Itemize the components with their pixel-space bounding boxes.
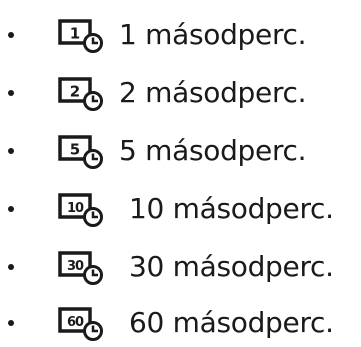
list-item: 2 2 másodperc. (0, 73, 361, 113)
bullet (8, 320, 14, 326)
timer-icon-number: 60 (67, 315, 84, 330)
timer-icon-graphic: 2 (58, 77, 103, 111)
timer-icon-graphic: 1 (58, 19, 103, 53)
timer-icon-number: 30 (67, 259, 84, 274)
timer-icon-graphic: 5 (58, 135, 103, 169)
timer-icon-graphic: 30 (58, 251, 103, 285)
option-label: 10 másodperc. (129, 192, 334, 225)
list-item: 60 60 másodperc. (0, 303, 361, 343)
timer-icon: 30 (58, 251, 106, 285)
timer-icon-graphic: 60 (58, 307, 103, 341)
timer-icon-number: 2 (70, 83, 80, 101)
timer-icon: 2 (58, 77, 106, 111)
timer-icon-graphic: 10 (58, 193, 103, 227)
option-label: 30 másodperc. (129, 250, 334, 283)
timer-icon: 5 (58, 135, 106, 169)
timer-option-list: 1 1 másodperc. 2 2 másodperc. 5 5 másodp… (0, 0, 361, 347)
timer-icon-number: 1 (70, 25, 80, 43)
list-item: 10 10 másodperc. (0, 189, 361, 229)
timer-icon-number: 5 (70, 141, 80, 159)
bullet (8, 90, 14, 96)
option-label: 1 másodperc. (119, 18, 307, 51)
option-label: 60 másodperc. (129, 306, 334, 339)
list-item: 5 5 másodperc. (0, 131, 361, 171)
list-item: 1 1 másodperc. (0, 15, 361, 55)
option-label: 2 másodperc. (119, 76, 307, 109)
bullet (8, 206, 14, 212)
option-label: 5 másodperc. (119, 134, 307, 167)
timer-icon: 10 (58, 193, 106, 227)
timer-icon: 1 (58, 19, 106, 53)
bullet (8, 264, 14, 270)
bullet (8, 32, 14, 38)
bullet (8, 148, 14, 154)
list-item: 30 30 másodperc. (0, 247, 361, 287)
timer-icon: 60 (58, 307, 106, 341)
timer-icon-number: 10 (67, 201, 84, 216)
